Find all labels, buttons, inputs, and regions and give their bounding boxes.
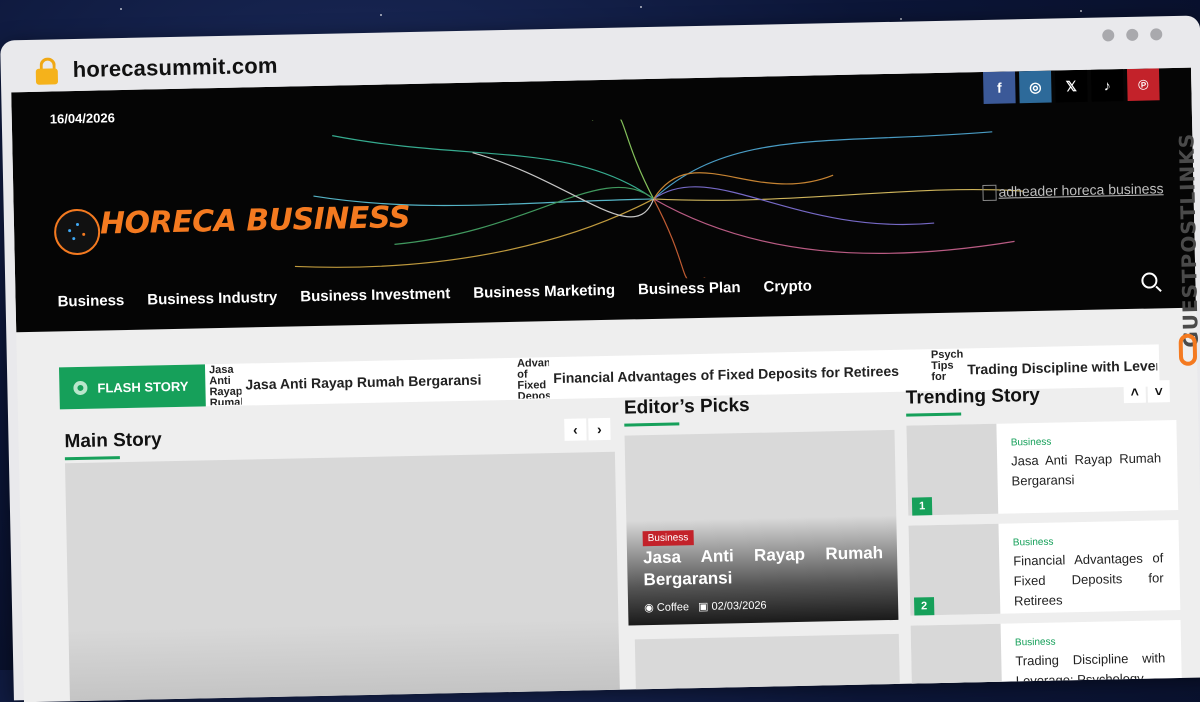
nav-item-crypto[interactable]: Crypto [763,278,812,296]
main-story-image[interactable] [64,451,620,702]
flash-item-text[interactable]: Trading Discipline with Leverage [967,357,1157,377]
category-badge[interactable]: Business [642,530,694,547]
editors-pick-meta: ◉ Coffee ▣ 02/03/2026 [644,599,767,615]
editors-pick-card[interactable] [634,633,901,700]
main-story-heading: Main Story [64,429,162,453]
prev-arrow-icon[interactable]: ‹ [564,418,587,441]
trending-category[interactable]: Business [1011,437,1052,449]
pinterest-icon[interactable]: ℗ [1126,68,1160,101]
x-icon[interactable]: 𝕏 [1054,69,1088,103]
flash-item[interactable]: Advantages of Fixed Deposits Financial A… [517,350,899,400]
calendar-icon: ▣ [697,600,709,614]
search-icon[interactable] [1141,272,1158,289]
flash-story-label: FLASH STORY [58,364,206,410]
window-dot-icon[interactable] [1102,29,1115,42]
flash-item-thumb: Psych Tips for [930,349,964,384]
flash-item-thumb: Jasa Anti Rayap Rumah [208,364,242,406]
nav-item-business[interactable]: Business [57,292,124,310]
window-dot-icon[interactable] [1126,28,1139,41]
url-text[interactable]: horecasummit.com [72,53,277,83]
nav-item-business-plan[interactable]: Business Plan [638,279,741,298]
nav-item-business-marketing[interactable]: Business Marketing [473,282,615,302]
trending-title[interactable]: Financial Advantages of Fixed Deposits f… [1013,548,1164,611]
lock-icon [35,57,59,85]
ad-alt-text: adheader horeca business [998,180,1164,200]
flash-item-thumb: Advantages of Fixed Deposits [516,358,550,399]
trending-item[interactable]: 3 Business Trading Discipline with Lever… [910,619,1182,702]
header-ad-image[interactable]: adheader horeca business [982,180,1164,202]
instagram-icon[interactable]: ◎ [1018,70,1052,104]
tiktok-icon[interactable]: ♪ [1090,69,1124,102]
nav-item-business-investment[interactable]: Business Investment [300,285,450,305]
down-arrow-icon[interactable]: ˅ [1147,380,1170,403]
trending-category[interactable]: Business [1015,637,1056,649]
logo-icon[interactable] [53,208,101,256]
window-controls [1102,28,1163,42]
window-dot-icon[interactable] [1150,28,1163,41]
trending-rank: 2 [913,597,935,616]
watermark-text: GUESTPOSTLINKS [1174,132,1200,348]
flash-label-text: FLASH STORY [97,378,189,396]
editors-pick-title[interactable]: Jasa Anti Rayap Rumah Bergaransi [643,542,884,591]
header-background-image [294,111,1024,282]
browser-window: horecasummit.com 16/04/2026 f ◎ 𝕏 ♪ ℗ HO… [0,15,1200,702]
editors-picks-heading: Editor’s Picks [623,394,750,419]
broken-image-icon [982,185,997,202]
trending-title[interactable]: Jasa Anti Rayap Rumah Bergaransi [1011,448,1162,491]
flash-item-text[interactable]: Jasa Anti Rayap Rumah Bergaransi [245,372,481,393]
facebook-icon[interactable]: f [983,71,1016,104]
heading-underline [64,456,120,461]
trending-rank: 3 [916,697,937,702]
site-logo-text[interactable]: HORECA BUSINESS [100,200,411,241]
trending-item[interactable]: 2 Business Financial Advantages of Fixed… [908,519,1181,616]
trending-thumb[interactable]: 2 [908,523,1001,616]
trending-item[interactable]: 1 Business Jasa Anti Rayap Rumah Bergara… [906,420,1179,516]
next-arrow-icon[interactable]: › [588,417,611,441]
trending-category[interactable]: Business [1013,537,1054,549]
editors-pick-card[interactable]: Business Jasa Anti Rayap Rumah Bergarans… [624,429,899,626]
flash-indicator-icon [73,380,88,396]
flash-item[interactable]: Jasa Anti Rayap Rumah Jasa Anti Rayap Ru… [209,359,482,407]
author-icon: ◉ [644,602,654,615]
up-arrow-icon[interactable]: ˄ [1123,380,1146,404]
trending-rank: 1 [911,497,933,516]
flash-item-text[interactable]: Financial Advantages of Fixed Deposits f… [553,363,899,386]
heading-underline [906,412,962,417]
nav-item-business-industry[interactable]: Business Industry [147,289,277,309]
site-header: 16/04/2026 f ◎ 𝕏 ♪ ℗ HORECA BUSINESS adh… [11,67,1196,333]
link-icon [1178,333,1198,366]
trending-thumb[interactable]: 3 [910,623,1003,702]
trending-story-heading: Trending Story [905,384,1041,409]
trending-thumb[interactable]: 1 [906,423,999,516]
social-links: f ◎ 𝕏 ♪ ℗ [983,68,1160,104]
author-name[interactable]: Coffee [657,601,689,614]
page-viewport: 16/04/2026 f ◎ 𝕏 ♪ ℗ HORECA BUSINESS adh… [11,67,1200,702]
heading-underline [624,422,680,427]
header-date: 16/04/2026 [49,110,116,127]
post-date: 02/03/2026 [711,599,767,613]
